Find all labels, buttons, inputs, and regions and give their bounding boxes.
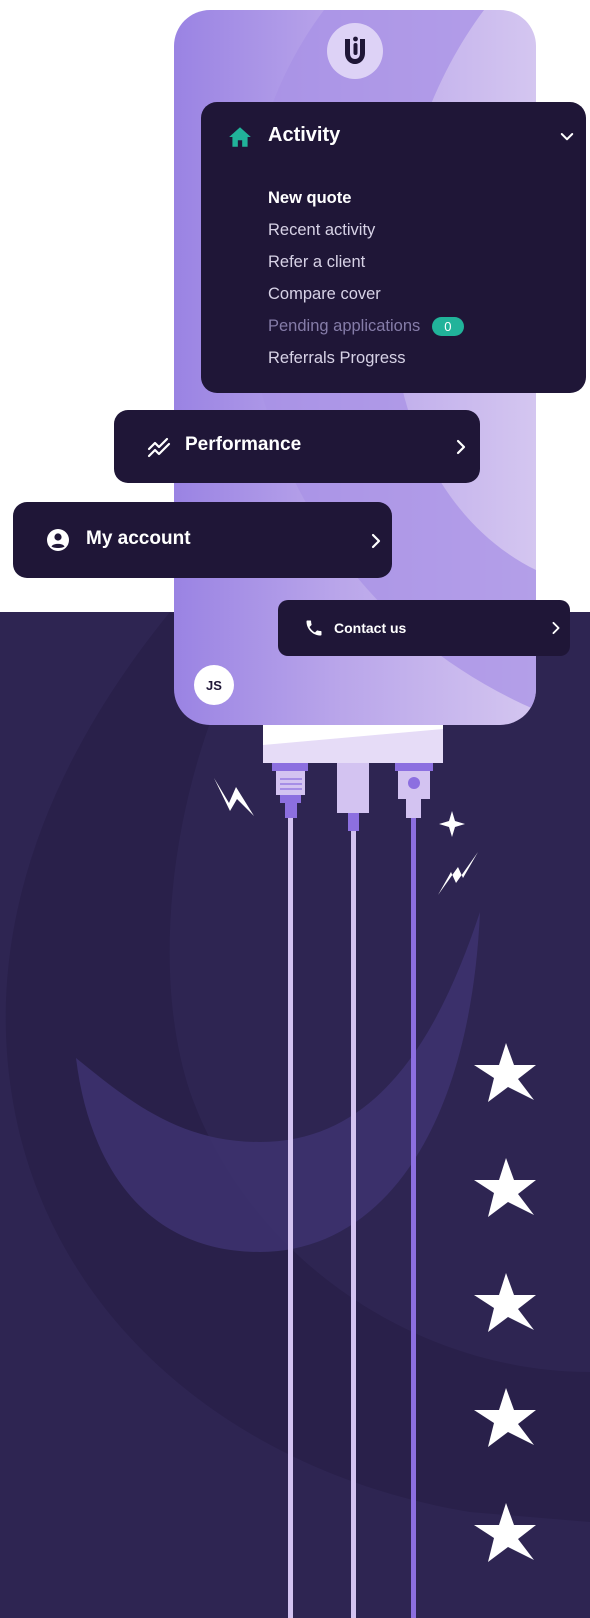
u-logo-glyph: [345, 36, 365, 64]
star-icon: [474, 1043, 536, 1102]
home-icon: [229, 127, 251, 147]
submenu-item-label: Recent activity: [268, 220, 376, 239]
star-icon: [474, 1503, 536, 1562]
star-icon: [474, 1388, 536, 1447]
chevron-right-icon: [456, 439, 466, 455]
activity-menu: Activity New quote Recent activity Refer…: [201, 102, 586, 393]
performance-label: Performance: [185, 434, 302, 455]
contact-us-button[interactable]: Contact us: [278, 600, 570, 656]
avatar[interactable]: JS: [194, 665, 234, 705]
submenu-item-compare-cover[interactable]: Compare cover: [268, 278, 464, 310]
submenu-item-label: Compare cover: [268, 284, 381, 303]
user-circle-icon: [47, 529, 69, 551]
pending-count-badge: 0: [432, 316, 464, 336]
submenu-item-label: Pending applications: [268, 316, 421, 335]
contact-us-label: Contact us: [334, 620, 407, 636]
performance-button[interactable]: Performance: [114, 410, 480, 483]
chevron-right-icon: [552, 621, 560, 635]
star-icon: [474, 1273, 536, 1332]
chevron-right-icon: [371, 533, 381, 549]
submenu-item-new-quote[interactable]: New quote: [268, 182, 464, 214]
activity-label[interactable]: Activity: [268, 124, 340, 147]
chevron-down-icon[interactable]: [558, 128, 576, 146]
submenu-item-pending-applications[interactable]: Pending applications 0: [268, 310, 464, 342]
my-account-button[interactable]: My account: [13, 502, 392, 578]
u-logo-icon[interactable]: [327, 23, 383, 79]
phone-icon: [306, 620, 322, 636]
submenu-item-label: Referrals Progress: [268, 348, 406, 367]
my-account-label: My account: [86, 528, 191, 549]
star-icon: [474, 1158, 536, 1217]
submenu-item-refer-a-client[interactable]: Refer a client: [268, 246, 464, 278]
submenu-item-recent-activity[interactable]: Recent activity: [268, 214, 464, 246]
rating-stars: [474, 1043, 536, 1562]
submenu-item-referrals-progress[interactable]: Referrals Progress: [268, 342, 464, 374]
activity-submenu: New quote Recent activity Refer a client…: [268, 182, 464, 374]
trend-chart-icon: [147, 437, 171, 458]
submenu-item-label: Refer a client: [268, 252, 366, 271]
submenu-item-label: New quote: [268, 188, 352, 207]
